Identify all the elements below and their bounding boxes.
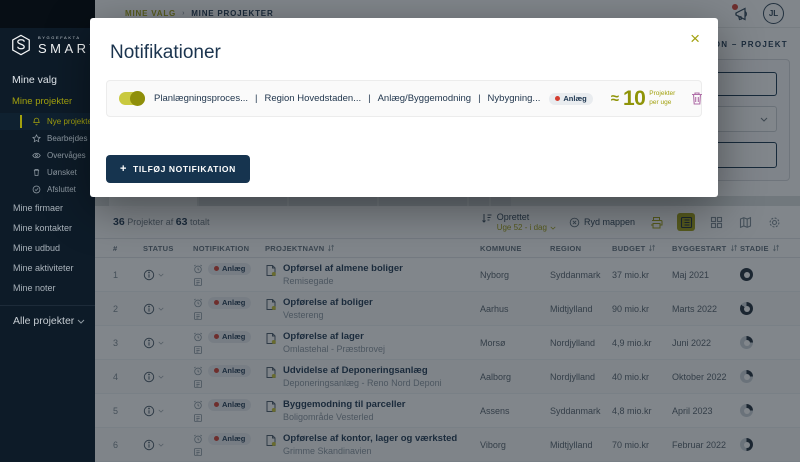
status-badge: Anlæg — [549, 93, 592, 105]
red-dot-icon — [555, 96, 560, 101]
sidebar-item-label: Nye projekter — [47, 117, 95, 126]
sidebar-item-uoensket[interactable]: Uønsket — [0, 164, 95, 181]
sidebar-item-label: Afsluttet — [47, 185, 76, 194]
brand-s-icon — [10, 34, 32, 56]
filter-category: Anlæg/Byggemodning — [378, 93, 471, 104]
sidebar-item-bearbejdes[interactable]: Bearbejdes — [0, 130, 95, 147]
brand-smart: SMART — [38, 41, 95, 56]
add-notification-button[interactable]: + TILFØJ NOTIFIKATION — [106, 155, 250, 183]
sidebar-item-afsluttet[interactable]: Afsluttet — [0, 181, 95, 198]
sidebar-item-mine-aktiviteter[interactable]: Mine aktiviteter — [0, 258, 95, 278]
bell-icon — [32, 117, 41, 126]
sidebar-item-overvaages[interactable]: Overvåges — [0, 147, 95, 164]
logo-block — [0, 0, 95, 28]
trash-icon — [690, 91, 704, 106]
filter-type: Nybygning... — [488, 93, 541, 104]
sidebar-item-mine-noter[interactable]: Mine noter — [0, 278, 95, 298]
chevron-down-icon — [77, 319, 85, 324]
trash-icon — [32, 168, 41, 177]
sidebar-item-mine-udbud[interactable]: Mine udbud — [0, 238, 95, 258]
modal-title: Notifikationer — [110, 42, 221, 64]
sidebar-item-label: Overvåges — [47, 151, 86, 160]
sidebar-nav: Mine valg Mine projekter Nye projekter B… — [0, 70, 95, 336]
notification-rule-row: Planlægningsproces... | Region Hovedstad… — [106, 80, 702, 117]
sidebar-item-mine-projekter[interactable]: Mine projekter — [0, 93, 95, 113]
brand-logo[interactable]: BYGGEFAKTA SMART — [10, 34, 95, 56]
notification-toggle[interactable] — [119, 92, 145, 105]
check-circle-icon — [32, 185, 41, 194]
projects-per-week: ≈ 10 Projekter per uge — [611, 87, 676, 111]
filter-phase: Planlægningsproces... — [154, 93, 248, 104]
notifications-modal: Notifikationer × Planlægningsproces... |… — [90, 18, 718, 197]
delete-notification-button[interactable] — [690, 91, 704, 106]
sidebar-item-mine-kontakter[interactable]: Mine kontakter — [0, 218, 95, 238]
sidebar-item-alle-projekter[interactable]: Alle projekter — [0, 306, 95, 336]
plus-icon: + — [120, 163, 127, 175]
brand-byggefakta: BYGGEFAKTA — [38, 35, 95, 40]
per-week-count: 10 — [623, 87, 645, 111]
filter-region: Region Hovedstaden... — [264, 93, 361, 104]
close-icon[interactable]: × — [686, 26, 704, 51]
sidebar-item-label: Uønsket — [47, 168, 77, 177]
notification-filters: Planlægningsproces... | Region Hovedstad… — [154, 93, 540, 104]
sidebar-section-mine-valg: Mine valg — [0, 70, 95, 93]
app-root: BYGGEFAKTA SMART Mine valg Mine projekte… — [0, 0, 800, 462]
sidebar-item-label: Alle projekter — [13, 315, 74, 327]
sidebar-item-mine-firmaer[interactable]: Mine firmaer — [0, 198, 95, 218]
sidebar-item-label: Bearbejdes — [47, 134, 87, 143]
eye-icon — [32, 151, 41, 160]
sidebar-item-nye-projekter[interactable]: Nye projekter — [0, 113, 95, 130]
star-icon — [32, 134, 41, 143]
sidebar: BYGGEFAKTA SMART Mine valg Mine projekte… — [0, 0, 95, 462]
